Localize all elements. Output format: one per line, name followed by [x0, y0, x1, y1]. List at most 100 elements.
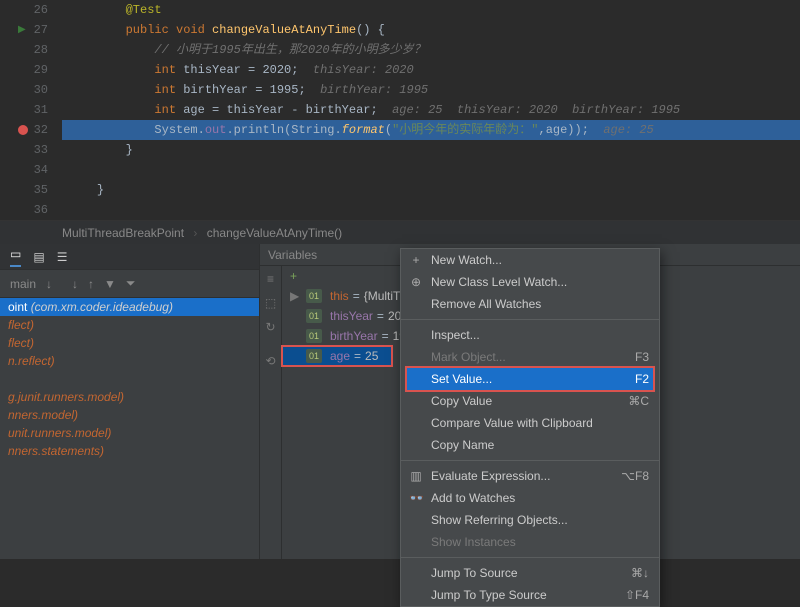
variables-side-toolbar[interactable]: ≡ ⬚ ↻ ⟲ [260, 266, 282, 559]
variable-name: this [330, 286, 349, 306]
code-line[interactable] [62, 200, 800, 220]
code-line[interactable]: } [62, 140, 800, 160]
frames-toolbar-icon[interactable]: ↓ [46, 277, 52, 291]
var-type-icon: 01 [306, 349, 322, 363]
menu-item-label: Show Instances [431, 535, 641, 549]
menu-item-shortcut: ⌥F8 [621, 469, 649, 483]
variable-name: birthYear [330, 326, 378, 346]
editor-gutter: 2627282930313233343536▶ [0, 0, 60, 220]
menu-item[interactable]: Show Referring Objects... [401, 509, 659, 531]
frames-toolbar-icon[interactable]: ▼ [104, 277, 116, 291]
menu-item[interactable]: Copy Name [401, 434, 659, 456]
context-menu[interactable]: + New Watch... ⊕ New Class Level Watch... Re… [400, 248, 660, 607]
menu-item-label: New Class Level Watch... [431, 275, 641, 289]
menu-item[interactable]: Jump To Type Source⇧F4 [401, 584, 659, 606]
variable-value: 25 [365, 346, 378, 366]
breadcrumb-item[interactable]: MultiThreadBreakPoint [62, 226, 184, 240]
variables-toolbar-icon[interactable]: ↻ [265, 320, 275, 334]
menu-item-icon: 👓 [409, 491, 423, 505]
menu-item[interactable]: Set Value... F2 [407, 368, 653, 390]
variables-toolbar-icon[interactable]: ⟲ [265, 354, 275, 368]
code-line[interactable] [62, 160, 800, 180]
variables-toolbar-icon[interactable]: ⬚ [265, 296, 276, 310]
menu-item-label: Inspect... [431, 328, 641, 342]
frames-toolbar[interactable]: main ↓ ↓ ↑ ▼ ⏷ [0, 270, 259, 298]
menu-item-icon: + [409, 253, 423, 267]
menu-item[interactable]: Inspect... [401, 324, 659, 346]
variables-title: Variables [268, 244, 317, 266]
frame-row[interactable]: n.reflect) [0, 352, 259, 370]
expand-icon[interactable]: ▶ [290, 286, 302, 306]
var-type-icon: 01 [306, 329, 322, 343]
menu-item-label: Show Referring Objects... [431, 513, 641, 527]
code-editor[interactable]: 2627282930313233343536▶ @Test public voi… [0, 0, 800, 220]
breadcrumb-item[interactable]: changeValueAtAnyTime() [207, 226, 342, 240]
menu-item-label: Mark Object... [431, 350, 627, 364]
variables-toolbar-icon[interactable]: ≡ [267, 272, 274, 286]
menu-item-label: Copy Value [431, 394, 620, 408]
menu-item-shortcut: F3 [635, 350, 649, 364]
frames-list[interactable]: oint (com.xm.coder.ideadebug)flect)flect… [0, 298, 259, 559]
menu-item[interactable]: Remove All Watches [401, 293, 659, 315]
frames-toolbar-icon[interactable]: ↓ [72, 277, 78, 291]
menu-separator [401, 557, 659, 558]
frames-toolbar-icon[interactable]: ⏷ [126, 276, 136, 291]
code-line[interactable]: @Test [62, 0, 800, 20]
breakpoint-icon[interactable] [18, 125, 28, 135]
menu-item[interactable]: 👓 Add to Watches [401, 487, 659, 509]
menu-item[interactable]: ▥ Evaluate Expression... ⌥F8 [401, 465, 659, 487]
code-line[interactable]: public void changeValueAtAnyTime() { [62, 20, 800, 40]
menu-item-label: Copy Name [431, 438, 641, 452]
menu-separator [401, 460, 659, 461]
menu-item-label: New Watch... [431, 253, 641, 267]
equals-sign: = [382, 326, 389, 346]
frame-row[interactable]: oint (com.xm.coder.ideadebug) [0, 298, 259, 316]
frames-toolbar-icon[interactable]: main [10, 277, 36, 291]
frame-row[interactable]: nners.statements) [0, 442, 259, 460]
frame-row[interactable] [0, 370, 259, 388]
code-line[interactable]: int birthYear = 1995; birthYear: 1995 [62, 80, 800, 100]
code-line[interactable]: int age = thisYear - birthYear; age: 25 … [62, 100, 800, 120]
menu-item[interactable]: + New Watch... [401, 249, 659, 271]
equals-sign: = [354, 346, 361, 366]
menu-item-label: Evaluate Expression... [431, 469, 613, 483]
code-line[interactable]: } [62, 180, 800, 200]
menu-item-shortcut: F2 [635, 372, 649, 386]
frame-row[interactable]: unit.runners.model) [0, 424, 259, 442]
variable-name: age [330, 346, 350, 366]
menu-item: Show Instances [401, 531, 659, 553]
menu-item[interactable]: ⊕ New Class Level Watch... [401, 271, 659, 293]
menu-separator [401, 319, 659, 320]
frame-row[interactable]: flect) [0, 316, 259, 334]
frame-row[interactable]: nners.model) [0, 406, 259, 424]
frames-panel: ▭ ▤ ☰ main ↓ ↓ ↑ ▼ ⏷ oint (com.xm.coder.idead… [0, 244, 260, 559]
frame-row[interactable]: flect) [0, 334, 259, 352]
code-lines: @Test public void changeValueAtAnyTime()… [62, 0, 800, 220]
menu-item-shortcut: ⌘↓ [631, 566, 649, 580]
menu-item-label: Jump To Type Source [431, 588, 617, 602]
menu-item[interactable]: Jump To Source ⌘↓ [401, 562, 659, 584]
menu-item-label: Set Value... [431, 372, 627, 386]
code-line[interactable]: int thisYear = 2020; thisYear: 2020 [62, 60, 800, 80]
code-line[interactable]: System.out.println(String.format("小明今年的实… [62, 120, 800, 140]
menu-item-label: Jump To Source [431, 566, 623, 580]
menu-item-label: Add to Watches [431, 491, 641, 505]
details-tab-icon[interactable]: ☰ [57, 250, 68, 264]
plus-icon: + [290, 266, 297, 286]
frames-toolbar-icon[interactable]: ↑ [88, 277, 94, 291]
variable-row[interactable]: 01 age = 25 [282, 346, 392, 366]
breadcrumb-sep: › [193, 226, 197, 240]
var-type-icon: 01 [306, 309, 322, 323]
breadcrumb[interactable]: MultiThreadBreakPoint › changeValueAtAny… [0, 220, 800, 244]
code-line[interactable]: // 小明于1995年出生，那2020年的小明多少岁？ [62, 40, 800, 60]
menu-item[interactable]: Copy Value⌘C [401, 390, 659, 412]
debug-tabstrip[interactable]: ▭ ▤ ☰ [0, 244, 259, 270]
menu-item-icon: ⊕ [409, 275, 423, 289]
table-tab-icon[interactable]: ▤ [33, 250, 44, 264]
menu-item: Mark Object... F3 [401, 346, 659, 368]
frame-row[interactable]: g.junit.runners.model) [0, 388, 259, 406]
run-test-icon[interactable]: ▶ [18, 24, 26, 36]
menu-item-icon: ▥ [409, 469, 423, 483]
menu-item[interactable]: Compare Value with Clipboard [401, 412, 659, 434]
debugger-tab[interactable]: ▭ [10, 247, 21, 267]
